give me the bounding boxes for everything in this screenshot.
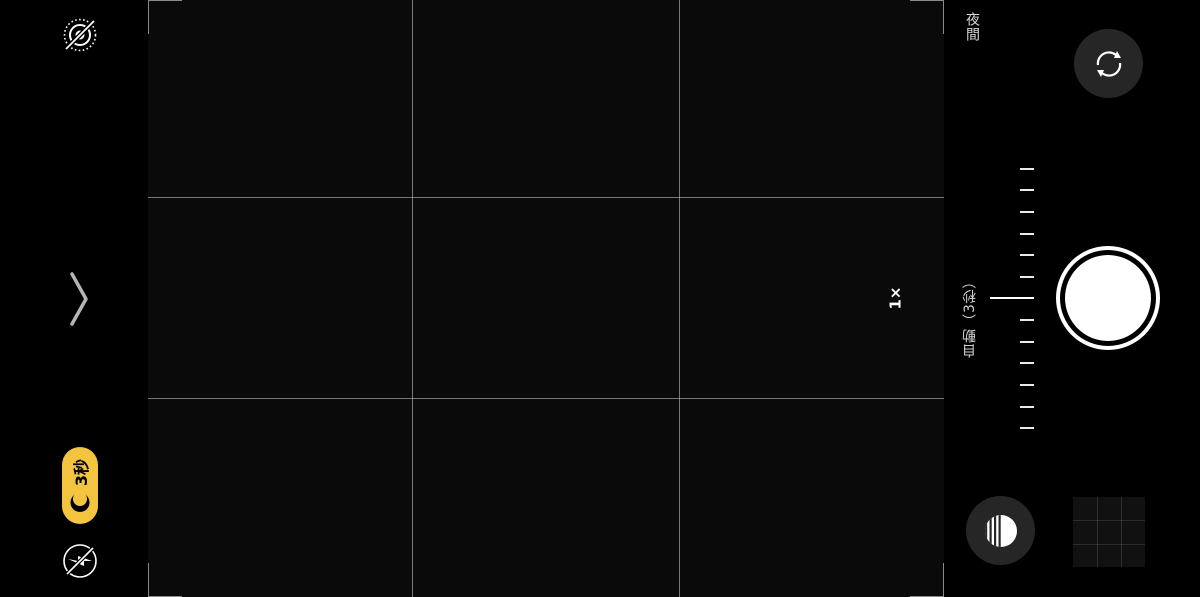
dial-tick xyxy=(1020,211,1034,213)
grid-line xyxy=(679,0,680,597)
dial-tick xyxy=(1020,189,1034,191)
dial-indicator xyxy=(990,297,1034,299)
dial-tick xyxy=(1020,341,1034,343)
night-mode-moon-icon xyxy=(984,514,1017,547)
exposure-dial-label: 自動（3秒） xyxy=(962,273,978,358)
thumbnail-grid-line xyxy=(1073,544,1145,545)
frame-corner xyxy=(148,563,182,597)
flash-off-icon[interactable] xyxy=(60,541,100,581)
shutter-inner xyxy=(1065,255,1151,341)
thumbnail-grid-line xyxy=(1097,497,1098,567)
live-photo-off-icon[interactable] xyxy=(60,15,100,55)
dial-tick xyxy=(1020,384,1034,386)
dial-tick xyxy=(1020,362,1034,364)
frame-corner xyxy=(910,563,944,597)
dial-tick xyxy=(1020,254,1034,256)
dial-tick xyxy=(1020,233,1034,235)
zoom-button[interactable]: 1× xyxy=(880,278,912,318)
zoom-label: 1× xyxy=(886,286,905,310)
night-mode-label: 3秒 xyxy=(72,458,91,486)
frame-corner xyxy=(910,0,944,34)
shutter-button[interactable] xyxy=(1056,246,1160,350)
dial-tick xyxy=(1020,319,1034,321)
dial-tick xyxy=(1020,168,1034,170)
grid-line xyxy=(412,0,413,597)
dial-tick xyxy=(1020,276,1034,278)
frame-corner xyxy=(148,0,182,34)
flip-camera-button[interactable] xyxy=(1074,29,1143,98)
night-mode-moon-icon xyxy=(70,491,90,512)
thumbnail-grid-line xyxy=(1073,520,1145,521)
flip-camera-icon xyxy=(1096,50,1121,77)
chevron-right-icon[interactable] xyxy=(62,268,96,330)
night-exposure-button[interactable] xyxy=(966,496,1035,565)
grid-line xyxy=(148,398,944,399)
thumbnail-grid-line xyxy=(1121,497,1122,567)
last-photo-thumbnail[interactable] xyxy=(1073,497,1145,567)
night-mode-button[interactable]: 3秒 xyxy=(62,447,98,524)
camera-mode-label[interactable]: 夜間 xyxy=(962,12,982,52)
grid-line xyxy=(148,197,944,198)
exposure-dial[interactable] xyxy=(986,160,1046,440)
camera-viewfinder[interactable]: 1× xyxy=(148,0,944,597)
dial-tick xyxy=(1020,427,1034,429)
dial-tick xyxy=(1020,406,1034,408)
